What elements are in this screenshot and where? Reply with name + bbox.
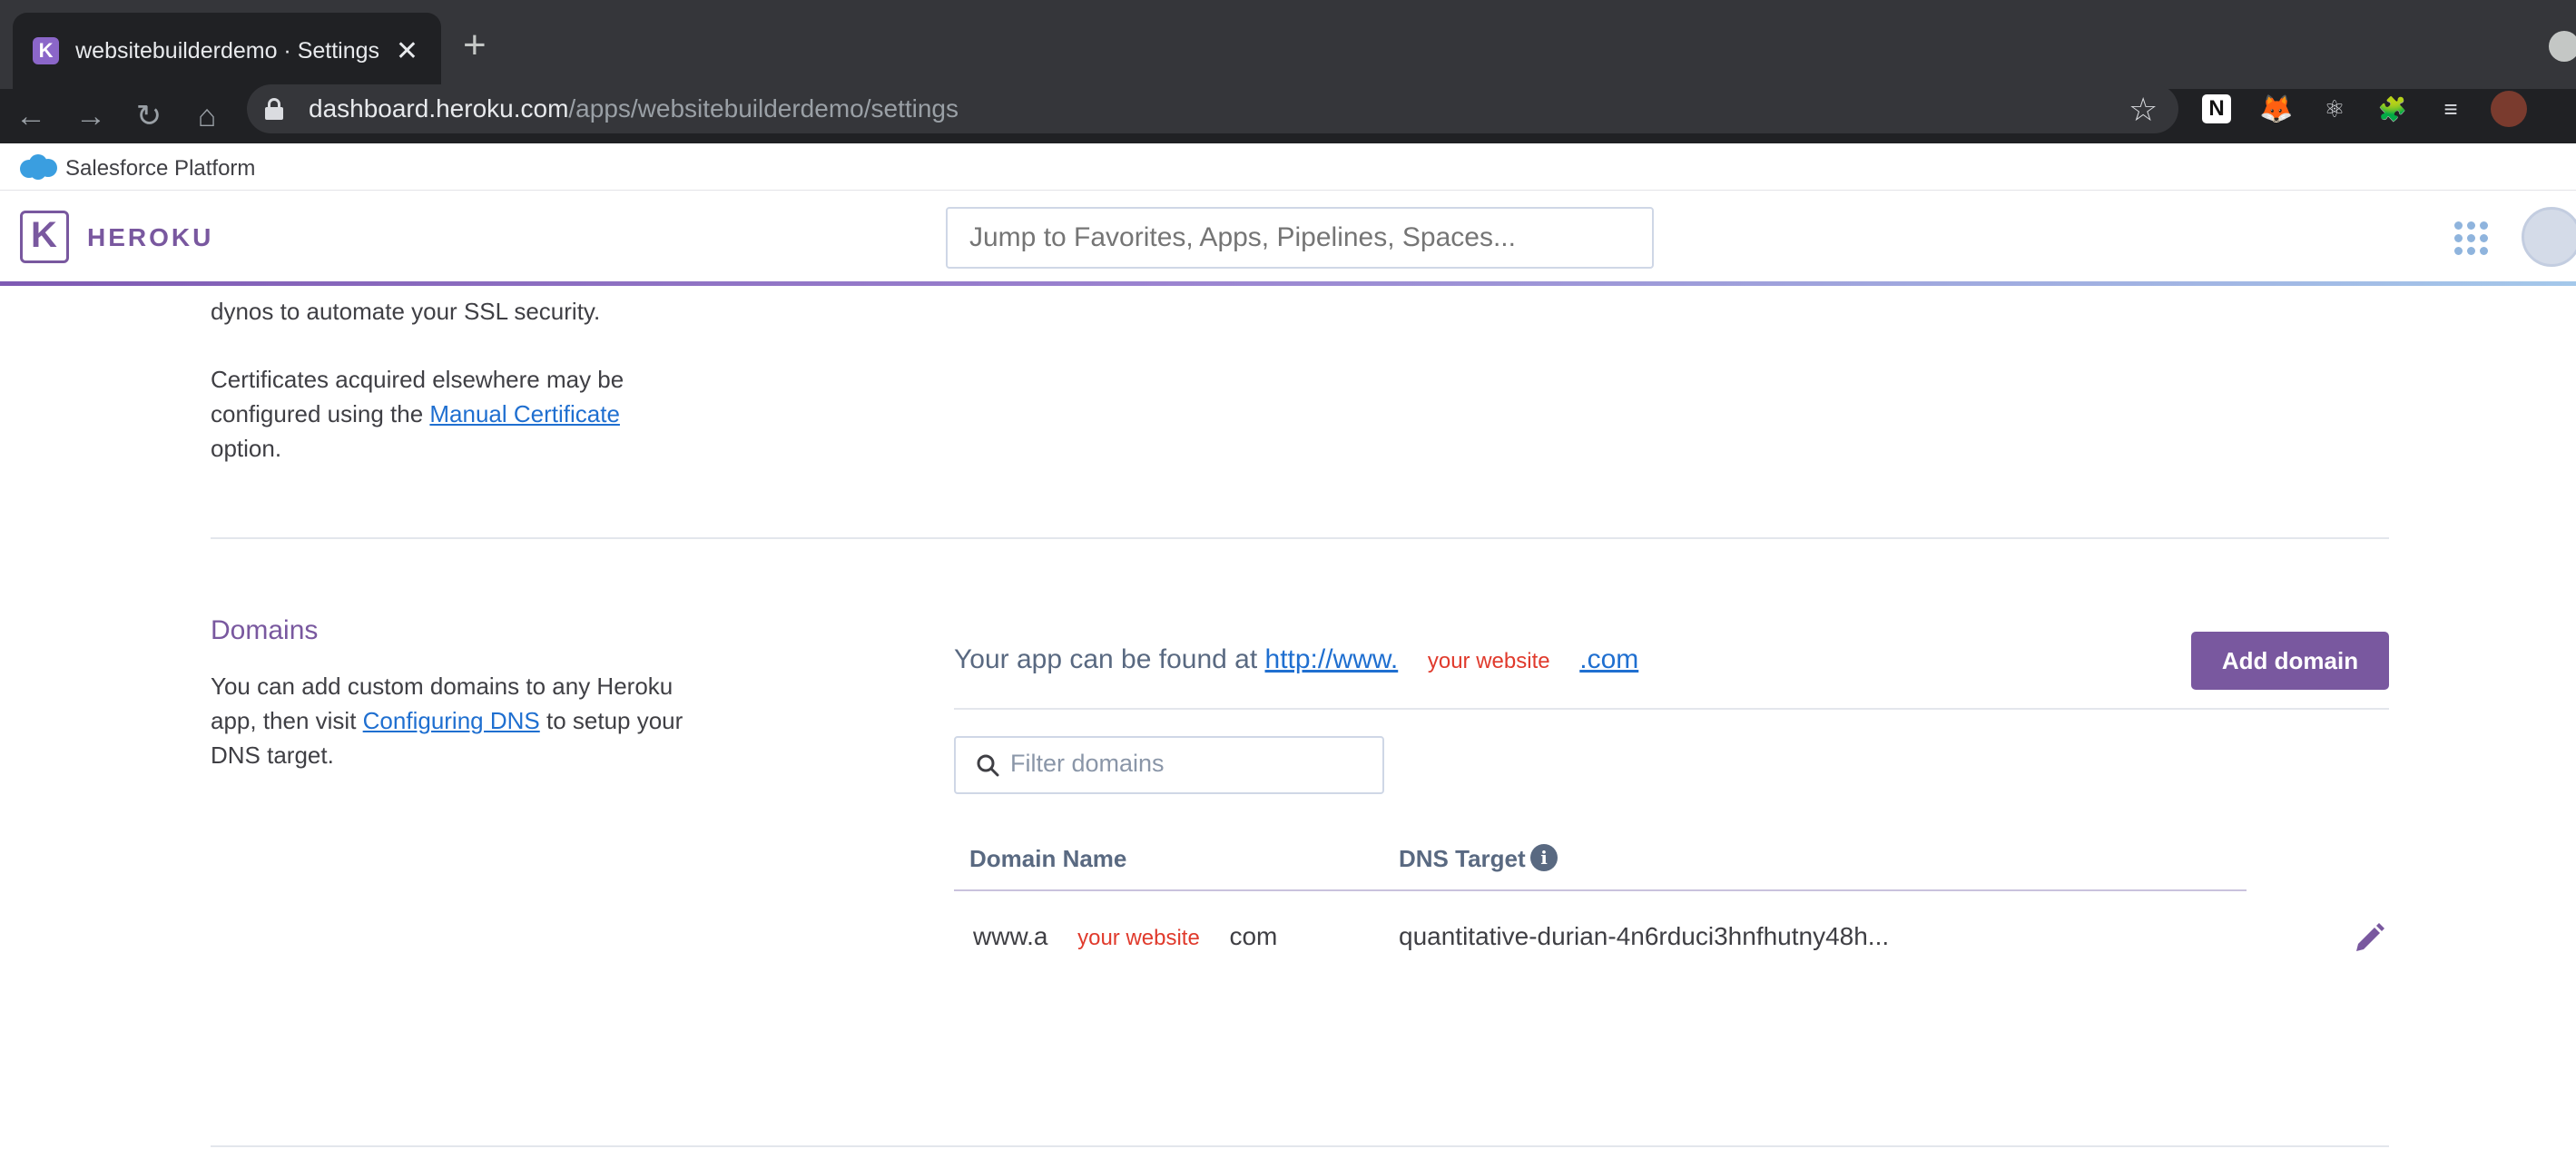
back-arrow-icon[interactable]: ← (9, 94, 53, 138)
metamask-extension-icon[interactable]: 🦊 (2259, 93, 2293, 125)
tab-title: websitebuilderdemo · Settings (75, 37, 380, 64)
user-avatar[interactable] (2522, 207, 2576, 267)
app-url-text: Your app can be found at http://www. your… (954, 644, 1638, 675)
url-host: dashboard.heroku.com (309, 94, 569, 123)
notion-extension-icon[interactable]: N (2202, 94, 2231, 123)
domain-name-cell: www.a your website com (973, 922, 1277, 951)
salesforce-platform-label: Salesforce Platform (65, 156, 256, 181)
manual-certificate-link[interactable]: Manual Certificate (429, 400, 620, 427)
forward-arrow-icon[interactable]: → (69, 94, 113, 138)
app-url-prefix: Your app can be found at (954, 644, 1265, 674)
browser-menu-icon[interactable]: ⋮ (2563, 91, 2576, 127)
header-gradient-divider (0, 281, 2576, 286)
cert-line-1: Certificates acquired elsewhere may be (211, 366, 624, 393)
domains-desc-suffix: to setup your (539, 707, 683, 734)
reload-icon[interactable]: ↻ (127, 94, 171, 138)
app-url-link[interactable]: http://www. (1265, 644, 1399, 674)
salesforce-cloud-icon (20, 154, 57, 180)
domains-desc-line-1: You can add custom domains to any Heroku (211, 673, 673, 700)
cert-line-3: option. (211, 435, 282, 462)
domains-desc-prefix: app, then visit (211, 707, 363, 734)
app-url-link-end[interactable]: .com (1579, 644, 1638, 674)
salesforce-bar (0, 143, 2576, 191)
app-switcher-grid-icon[interactable] (2454, 221, 2488, 255)
heroku-logo-icon[interactable]: K (20, 211, 69, 263)
manual-cert-description: Certificates acquired elsewhere may be c… (211, 362, 719, 466)
new-tab-button[interactable]: + (463, 22, 487, 69)
domain-name-end: com (1229, 922, 1278, 950)
info-icon[interactable]: i (1530, 844, 1558, 871)
address-url[interactable]: dashboard.heroku.com/apps/websitebuilder… (309, 94, 959, 123)
section-divider-bottom (211, 1145, 2389, 1147)
table-header-divider (954, 889, 2247, 891)
section-divider (211, 537, 2389, 539)
bookmark-star-icon[interactable]: ☆ (2129, 91, 2158, 129)
domains-desc-line-2: app, then visit Configuring DNS to setup… (211, 703, 737, 738)
add-domain-button[interactable]: Add domain (2191, 632, 2389, 690)
tab-search-icon[interactable] (2549, 31, 2576, 62)
redaction-label: your website (1427, 649, 1550, 673)
dns-target-column-header[interactable]: DNS Target (1399, 845, 1526, 873)
heroku-wordmark[interactable]: HEROKU (87, 223, 213, 252)
domain-name-start: www.a (973, 922, 1048, 950)
domains-description: You can add custom domains to any Heroku… (211, 669, 737, 772)
configuring-dns-link[interactable]: Configuring DNS (363, 707, 540, 734)
ssl-description: dynos to automate your SSL security. (211, 298, 601, 325)
cert-line-2: configured using the Manual Certificate (211, 397, 719, 431)
domains-desc-line-3: DNS target. (211, 741, 334, 769)
redaction-label: your website (1077, 926, 1200, 950)
dns-target-cell[interactable]: quantitative-durian-4n6rduci3hnfhutny48h… (1399, 922, 1889, 951)
media-control-icon[interactable]: ≡ (2434, 93, 2467, 125)
url-path: /apps/websitebuilderdemo/settings (568, 94, 959, 123)
pencil-edit-icon[interactable] (2351, 920, 2387, 957)
heroku-favicon-icon: K (33, 37, 60, 64)
profile-avatar[interactable] (2491, 91, 2527, 127)
close-tab-icon[interactable]: ✕ (393, 35, 421, 67)
domains-header-divider (954, 708, 2389, 710)
filter-domains-placeholder: Filter domains (1010, 750, 1165, 777)
search-icon (977, 754, 999, 777)
domain-name-column-header[interactable]: Domain Name (969, 845, 1126, 873)
cert-line-2-prefix: configured using the (211, 400, 430, 427)
domains-section-title: Domains (211, 615, 319, 645)
browser-tab[interactable]: K websitebuilderdemo · Settings ✕ (13, 13, 441, 89)
global-search-input[interactable] (946, 207, 1654, 269)
home-icon[interactable]: ⌂ (185, 94, 229, 138)
extensions-puzzle-icon[interactable]: 🧩 (2376, 93, 2409, 125)
react-devtools-icon[interactable]: ⚛ (2318, 93, 2351, 125)
lock-icon[interactable] (265, 98, 283, 120)
